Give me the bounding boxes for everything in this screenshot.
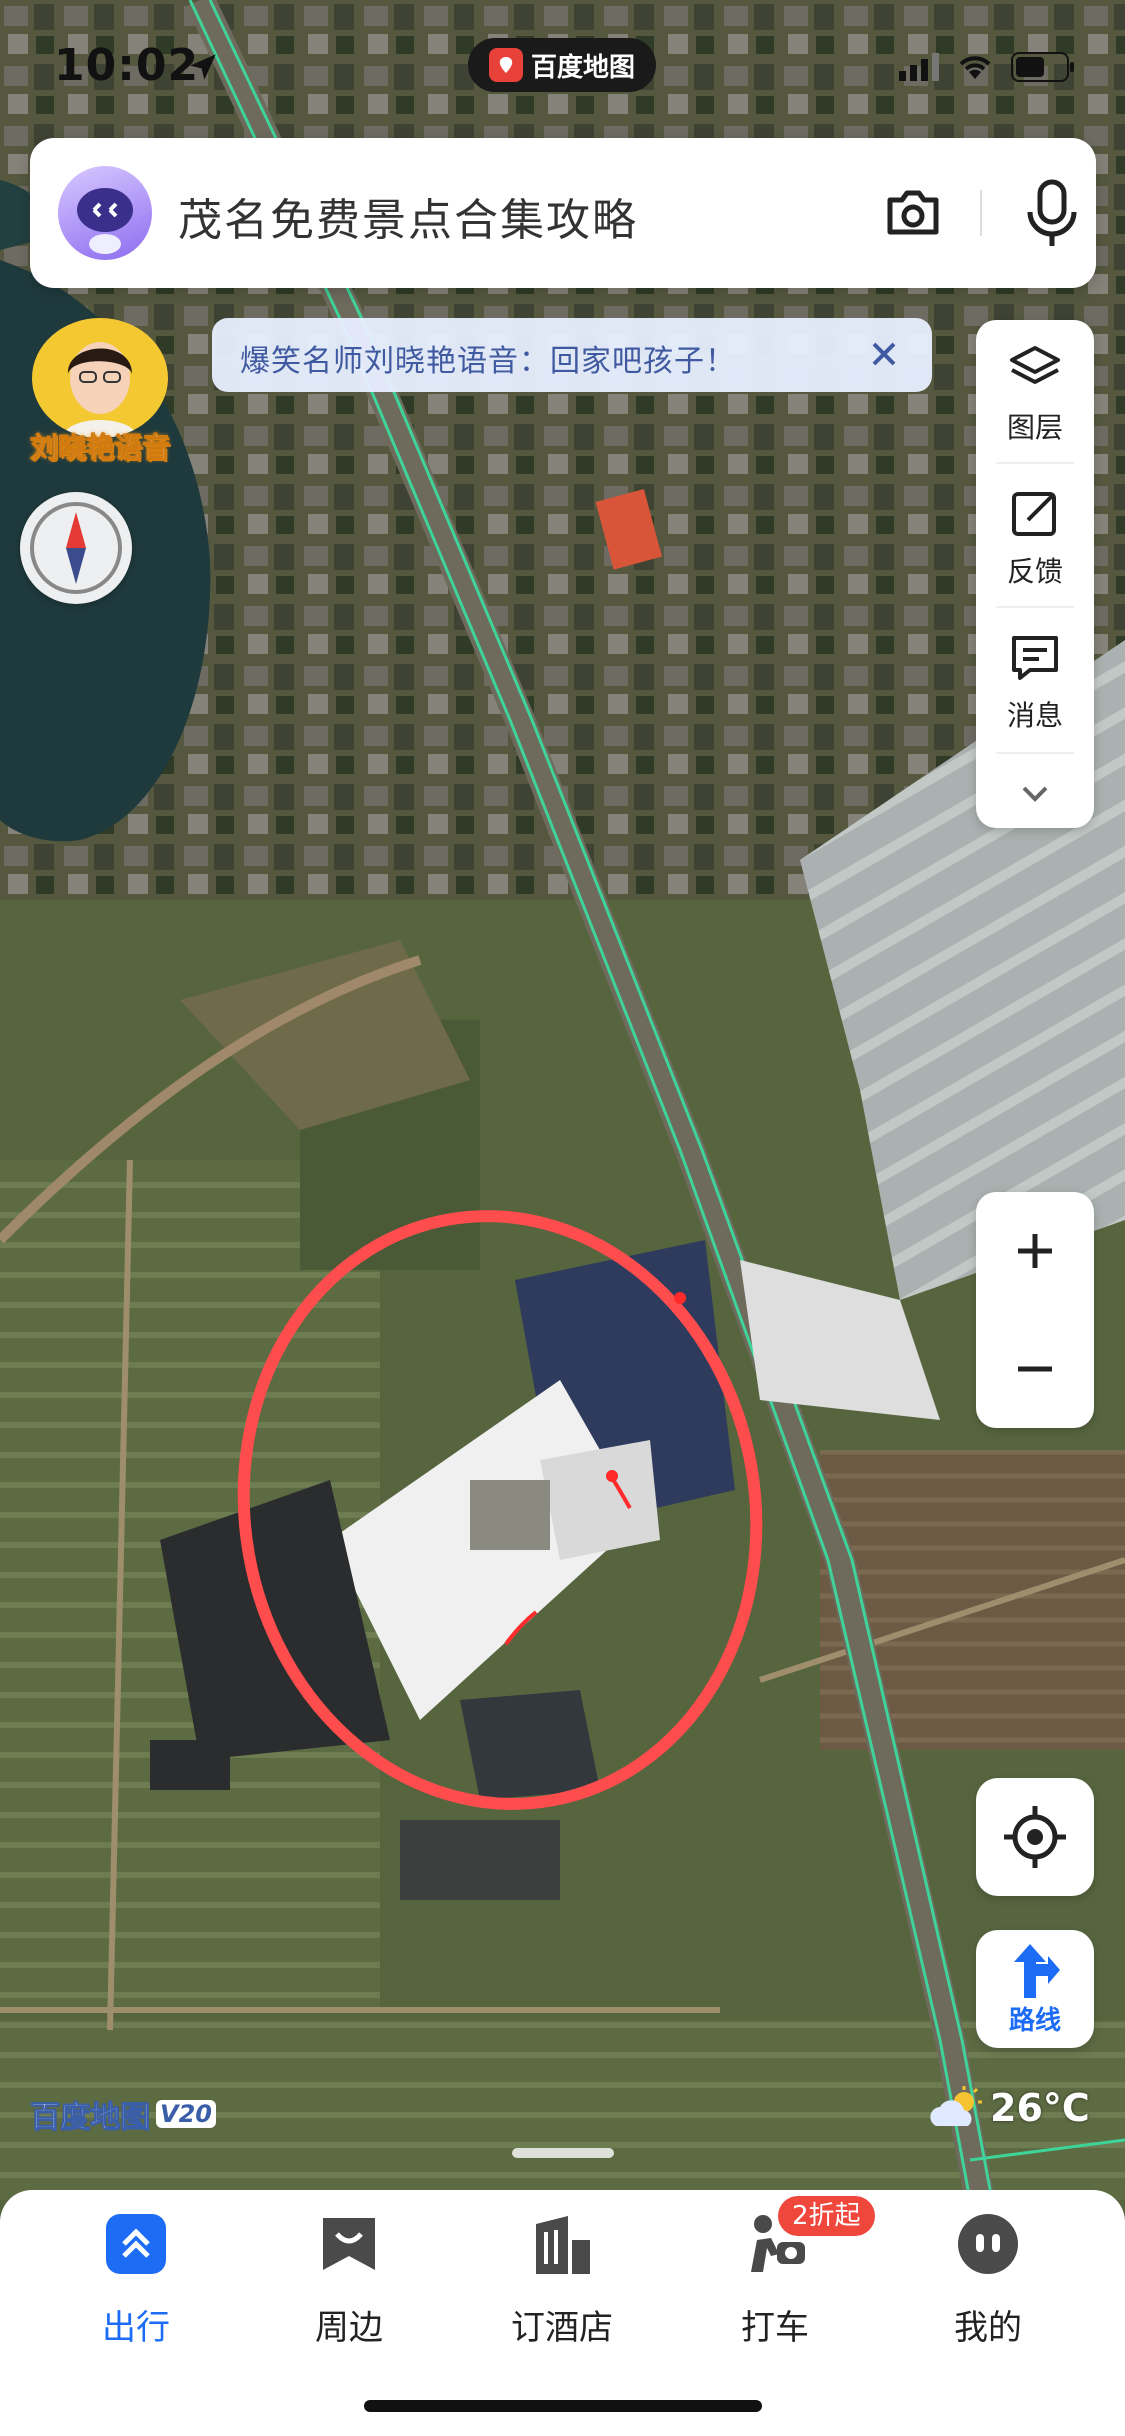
compass-button[interactable]	[20, 492, 132, 604]
nav-nearby[interactable]: 周边	[259, 2210, 439, 2360]
signal-icon	[899, 53, 939, 81]
compass-icon	[30, 502, 122, 594]
layers-label: 图层	[1006, 411, 1063, 444]
messages-button[interactable]: 消息	[976, 608, 1094, 748]
voice-promo-banner[interactable]: 爆笑名师刘晓艳语音：回家吧孩子！	[212, 318, 932, 392]
baidu-maps-watermark: 百度地图 V20	[30, 2092, 216, 2136]
layers-icon	[1010, 346, 1060, 384]
plus-icon	[1018, 1234, 1052, 1268]
ai-assistant-avatar[interactable]	[58, 166, 152, 260]
nav-label: 订酒店	[511, 2308, 613, 2348]
zoom-out-button[interactable]	[976, 1310, 1094, 1428]
minus-icon	[1018, 1366, 1052, 1372]
route-button[interactable]: 路线	[976, 1930, 1094, 2048]
watermark-version: V20	[156, 2100, 216, 2128]
nav-label: 我的	[954, 2308, 1022, 2348]
hotel-icon	[536, 2216, 590, 2274]
zoom-controls	[976, 1192, 1094, 1428]
feedback-button[interactable]: 反馈	[976, 464, 1094, 604]
route-arrow-icon	[1014, 1944, 1060, 1998]
status-icons	[899, 52, 1075, 82]
voice-pack-avatar[interactable]: 刘晓艳语音	[26, 318, 174, 465]
search-input[interactable]: 茂名免费景点合集攻略	[178, 184, 638, 248]
layers-button[interactable]: 图层	[976, 320, 1094, 460]
microphone-icon[interactable]	[1020, 176, 1084, 250]
chevron-down-icon[interactable]	[1010, 774, 1060, 814]
travel-icon	[106, 2214, 166, 2274]
locate-button[interactable]	[976, 1778, 1094, 1896]
taxi-discount-badge: 2折起	[778, 2196, 875, 2236]
battery-icon	[1011, 52, 1074, 82]
drawer-handle[interactable]	[512, 2148, 614, 2158]
partly-cloudy-icon	[930, 2086, 982, 2126]
nav-label: 周边	[315, 2308, 383, 2348]
status-time: 10:02	[54, 40, 200, 91]
nav-label: 打车	[741, 2308, 809, 2348]
nearby-icon	[323, 2218, 375, 2270]
app-name: 百度地图	[530, 52, 635, 83]
baidu-maps-logo-icon	[488, 48, 523, 82]
search-bar[interactable]: 茂名免费景点合集攻略	[30, 138, 1096, 288]
messages-label: 消息	[1006, 699, 1063, 732]
camera-icon[interactable]	[880, 180, 946, 246]
zoom-in-button[interactable]	[976, 1192, 1094, 1310]
nav-travel[interactable]: 出行	[46, 2210, 226, 2360]
profile-icon	[958, 2214, 1018, 2274]
weather-temperature: 26°C	[990, 2086, 1090, 2130]
search-divider	[980, 190, 982, 236]
route-label: 路线	[1008, 2006, 1061, 2036]
home-indicator[interactable]	[364, 2400, 762, 2412]
map-app: 10:02 百度地图 茂名免费景点合集攻略 刘晓艳语音 爆笑名师刘晓艳语音：回家…	[0, 0, 1125, 2436]
weather-widget[interactable]: 26°C	[926, 2086, 1090, 2130]
map-tools-panel: 图层 反馈 消息	[976, 320, 1094, 828]
voice-pack-portrait	[32, 318, 168, 438]
close-icon[interactable]	[864, 334, 904, 374]
nav-profile[interactable]: 我的	[898, 2210, 1078, 2360]
message-icon	[1012, 636, 1058, 680]
locate-icon	[1004, 1806, 1066, 1868]
nav-hotel[interactable]: 订酒店	[472, 2210, 652, 2360]
watermark-name: 百度地图	[30, 2100, 151, 2136]
wifi-icon	[959, 56, 991, 79]
feedback-icon	[1012, 492, 1056, 536]
tools-divider	[996, 752, 1074, 754]
nav-label: 出行	[102, 2308, 170, 2348]
voice-pack-label: 刘晓艳语音	[29, 431, 170, 465]
app-indicator-pill[interactable]: 百度地图	[468, 38, 656, 92]
feedback-label: 反馈	[1006, 555, 1063, 588]
location-arrow-icon	[190, 54, 216, 80]
voice-promo-text: 爆笑名师刘晓艳语音：回家吧孩子！	[240, 344, 736, 379]
